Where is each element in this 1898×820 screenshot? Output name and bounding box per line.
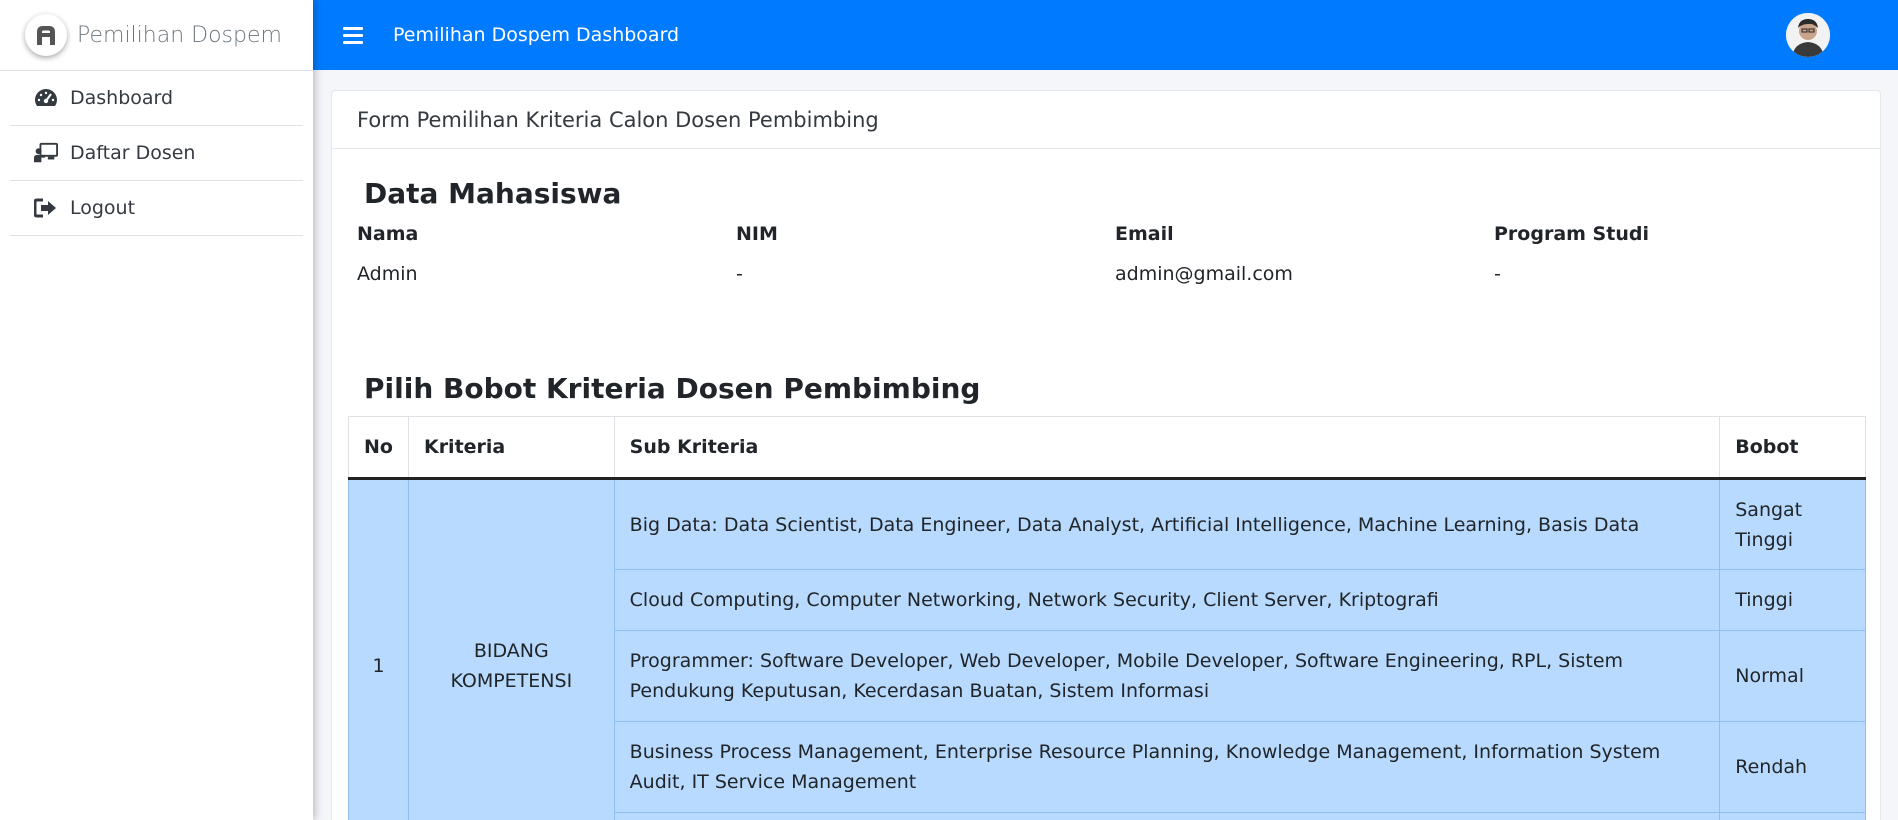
column-header-sub-kriteria: Sub Kriteria (613, 416, 1721, 480)
dashboard-gauge-icon (34, 86, 58, 110)
info-header-nim: NIM (736, 223, 778, 245)
criteria-form-card: Form Pemilihan Kriteria Calon Dosen Pemb… (331, 90, 1881, 820)
sub-criteria-cell: Programmer: Software Developer, Web Deve… (613, 630, 1721, 722)
weight-cell: Sangat Tinggi (1719, 478, 1866, 570)
brand-link[interactable]: Pemilihan Dospem (0, 0, 313, 71)
criteria-name: BIDANG KOMPETENSI (407, 478, 615, 820)
sub-criteria-cell: Big Data: Data Scientist, Data Engineer,… (613, 478, 1721, 570)
sidebar-item-logout[interactable]: Logout (10, 181, 303, 236)
sidebar-item-label: Dashboard (70, 87, 174, 109)
navbar-title: Pemilihan Dospem Dashboard (393, 24, 680, 46)
sidebar-item-dashboard[interactable]: Dashboard (10, 71, 303, 126)
column-header-bobot: Bobot (1719, 416, 1866, 480)
student-info-grid: Nama NIM Email Program Studi Admin - adm… (357, 223, 1877, 285)
user-avatar[interactable] (1786, 13, 1830, 57)
info-value-email: admin@gmail.com (1115, 263, 1293, 285)
info-header-nama: Nama (357, 223, 419, 245)
sidebar-item-daftar-dosen[interactable]: Daftar Dosen (10, 126, 303, 181)
sidebar: Pemilihan Dospem Dashboard Daftar Dosen … (0, 0, 313, 820)
teacher-board-icon (34, 141, 58, 165)
info-header-email: Email (1115, 223, 1174, 245)
column-header-kriteria: Kriteria (407, 416, 615, 480)
sidebar-item-label: Daftar Dosen (70, 142, 196, 164)
hamburger-menu-icon[interactable] (343, 25, 363, 45)
criteria-table: No Kriteria Sub Kriteria Bobot 1 BIDANG … (348, 416, 1866, 820)
criteria-section-title: Pilih Bobot Kriteria Dosen Pembimbing (364, 372, 981, 405)
brand-logo-icon (25, 14, 67, 56)
weight-cell: Tinggi (1719, 569, 1866, 631)
sub-criteria-cell (613, 812, 1721, 820)
info-header-program-studi: Program Studi (1494, 223, 1649, 245)
table-row[interactable]: 1 BIDANG KOMPETENSI Big Data: Data Scien… (348, 478, 1866, 820)
info-value-program-studi: - (1494, 263, 1501, 285)
sub-criteria-cell: Business Process Management, Enterprise … (613, 721, 1721, 813)
weight-cell: Normal (1719, 630, 1866, 722)
info-value-nim: - (736, 263, 743, 285)
sub-criteria-cell: Cloud Computing, Computer Networking, Ne… (613, 569, 1721, 631)
sidebar-nav: Dashboard Daftar Dosen Logout (0, 71, 313, 236)
info-value-nama: Admin (357, 263, 418, 285)
weight-cell: Rendah (1719, 721, 1866, 813)
top-navbar: Pemilihan Dospem Dashboard (313, 0, 1898, 70)
weight-cell (1719, 812, 1866, 820)
criteria-number: 1 (348, 478, 409, 820)
sidebar-item-label: Logout (70, 197, 136, 219)
card-title: Form Pemilihan Kriteria Calon Dosen Pemb… (332, 91, 1880, 149)
student-data-title: Data Mahasiswa (364, 177, 622, 210)
column-header-no: No (348, 416, 409, 480)
sign-out-icon (34, 196, 58, 220)
brand-name: Pemilihan Dospem (77, 22, 282, 48)
table-header-row: No Kriteria Sub Kriteria Bobot (348, 416, 1866, 480)
